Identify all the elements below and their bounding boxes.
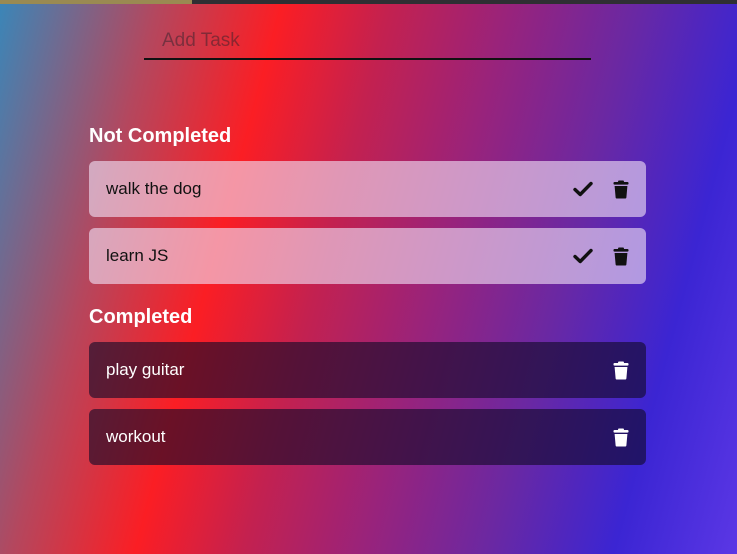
- add-task-input[interactable]: [144, 23, 591, 58]
- check-icon: [573, 181, 593, 197]
- delete-task-button[interactable]: [609, 177, 633, 201]
- top-progress-bar: [0, 0, 192, 4]
- task-item-pending: learn JS: [89, 228, 646, 284]
- add-task-field[interactable]: [144, 23, 591, 60]
- complete-task-button[interactable]: [571, 244, 595, 268]
- complete-task-button[interactable]: [571, 177, 595, 201]
- trash-icon: [613, 428, 629, 446]
- task-item-completed: play guitar: [89, 342, 646, 398]
- trash-icon: [613, 247, 629, 265]
- not-completed-heading: Not Completed: [89, 125, 232, 147]
- task-label: walk the dog: [106, 179, 202, 198]
- check-icon: [573, 248, 593, 264]
- delete-task-button[interactable]: [609, 244, 633, 268]
- delete-task-button[interactable]: [609, 425, 633, 449]
- delete-task-button[interactable]: [609, 358, 633, 382]
- top-bar: [0, 0, 737, 4]
- task-label: play guitar: [106, 360, 185, 379]
- task-item-completed: workout: [89, 409, 646, 465]
- task-label: workout: [106, 427, 166, 446]
- trash-icon: [613, 361, 629, 379]
- completed-heading: Completed: [89, 306, 193, 328]
- task-label: learn JS: [106, 246, 169, 265]
- trash-icon: [613, 180, 629, 198]
- task-item-pending: walk the dog: [89, 161, 646, 217]
